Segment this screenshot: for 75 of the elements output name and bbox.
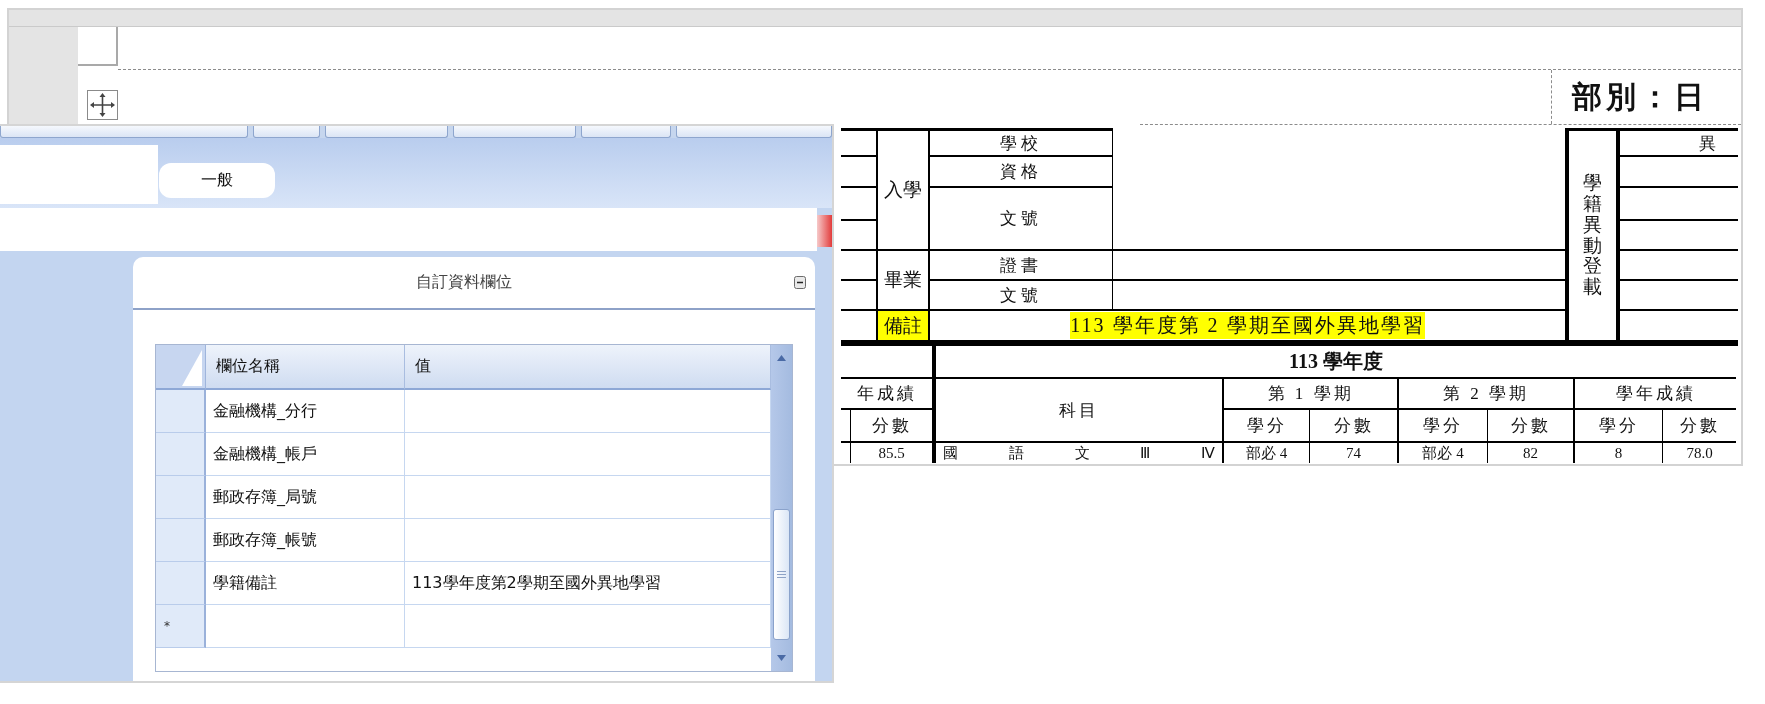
table-header: 學年成績 <box>1615 383 1696 405</box>
vertical-label: 學籍異動登載 <box>1583 172 1602 299</box>
table-cell <box>841 157 878 188</box>
grid-cell[interactable] <box>405 390 771 433</box>
column-header[interactable]: 值 <box>405 345 771 390</box>
table-cell: 74 <box>1346 445 1361 461</box>
table-cell: 82 <box>1523 445 1538 461</box>
table-header: 113 學年度 <box>1289 349 1383 374</box>
grid-cell[interactable] <box>405 433 771 476</box>
toolbar-button[interactable] <box>325 126 448 138</box>
table-header: 分數 <box>1510 415 1551 437</box>
form-label: 文號 <box>1000 284 1042 307</box>
form-label: 學校 <box>1000 132 1042 155</box>
grid-cell[interactable] <box>206 605 405 648</box>
grid-cell[interactable]: 金融機構_分行 <box>206 390 405 433</box>
table-header: 學分 <box>1246 415 1287 437</box>
row-header[interactable] <box>156 390 206 433</box>
table-cell: 國 語 文 Ⅲ Ⅳ <box>943 445 1215 461</box>
form-label: 畢業 <box>884 268 922 292</box>
tab-edge <box>817 215 832 247</box>
toolbar-button[interactable] <box>676 126 832 138</box>
table-header: 年成績 <box>856 383 917 405</box>
grip-icon <box>777 571 786 578</box>
table-cell: 85.5 <box>878 445 905 461</box>
grid-cell[interactable]: 金融機構_帳戶 <box>206 433 405 476</box>
scroll-up-icon[interactable] <box>777 355 786 361</box>
column-header[interactable]: 欄位名稱 <box>206 345 405 390</box>
row-header[interactable]: * <box>156 605 206 648</box>
table-cell: 部必 4 <box>1422 445 1464 461</box>
scrollbar[interactable] <box>771 345 792 671</box>
grid-cell[interactable]: 郵政存簿_局號 <box>206 476 405 519</box>
table-header: 學分 <box>1423 415 1463 437</box>
toolbar-button[interactable] <box>453 126 576 138</box>
select-all-button[interactable] <box>156 345 206 390</box>
scrollbar-thumb[interactable] <box>773 509 790 640</box>
grid-cell[interactable] <box>405 476 771 519</box>
toolbar-button[interactable] <box>253 126 320 138</box>
remark-text: 113 學年度第 2 學期至國外異地學習 <box>1070 312 1425 339</box>
table-header: 第 1 學期 <box>1267 383 1354 405</box>
table-cell: 8 <box>1614 445 1623 461</box>
tab[interactable]: 一般 <box>159 163 275 198</box>
grid-cell[interactable] <box>405 519 771 562</box>
row-header[interactable] <box>156 519 206 562</box>
panel-title: 自訂資料欄位 <box>415 272 512 293</box>
grid-cell[interactable]: 113學年度第2學期至國外異地學習 <box>405 562 771 605</box>
form-label: 備註 <box>878 311 930 340</box>
toolbar-button[interactable] <box>581 126 671 138</box>
grid-cell[interactable]: 學籍備註 <box>206 562 405 605</box>
row-header[interactable] <box>156 433 206 476</box>
table-cell: 78.0 <box>1686 445 1713 461</box>
column-heading: 異 <box>1699 132 1720 155</box>
triangle-icon <box>182 350 202 386</box>
department-label: 部別：日 <box>1551 70 1741 124</box>
table-header: 分數 <box>1679 415 1720 437</box>
table-header: 分數 <box>1333 415 1374 437</box>
collapse-icon[interactable] <box>794 276 806 289</box>
table-cell <box>841 188 878 221</box>
toolbar-button[interactable] <box>0 126 248 138</box>
form-label: 證書 <box>1000 254 1042 277</box>
table-cell: 部必 4 <box>1245 445 1288 461</box>
ruler-corner <box>78 27 118 66</box>
form-label: 文號 <box>1000 208 1042 230</box>
grid-cell[interactable]: 郵政存簿_帳號 <box>206 519 405 562</box>
row-header[interactable] <box>156 476 206 519</box>
table-header: 科目 <box>1059 399 1099 422</box>
table-header: 學分 <box>1598 415 1639 437</box>
row-header[interactable] <box>156 562 206 605</box>
table-header: 分數 <box>871 415 912 437</box>
move-icon[interactable] <box>87 90 118 120</box>
form-label: 入學 <box>884 178 922 202</box>
table-header: 第 2 學期 <box>1443 383 1529 405</box>
form-label: 資格 <box>1000 161 1042 183</box>
table-cell <box>841 251 878 281</box>
grid-cell[interactable] <box>405 605 771 648</box>
scroll-down-icon[interactable] <box>777 655 786 661</box>
